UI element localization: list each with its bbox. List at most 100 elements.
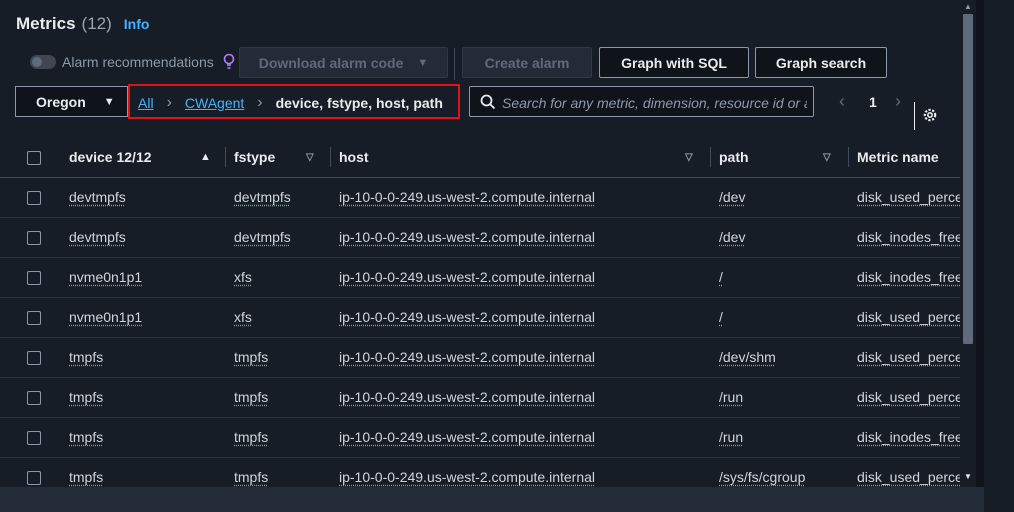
metric-name-value[interactable]: disk_used_percent bbox=[857, 389, 960, 405]
column-header-label: path bbox=[719, 148, 749, 165]
scroll-up-icon[interactable]: ▲ bbox=[964, 2, 972, 11]
device-value[interactable]: tmpfs bbox=[69, 469, 103, 485]
table-row[interactable]: tmpfs tmpfs ip-10-0-0-249.us-west-2.comput… bbox=[0, 337, 960, 378]
device-value[interactable]: devtmpfs bbox=[69, 189, 126, 205]
row-checkbox[interactable] bbox=[27, 271, 41, 286]
device-value[interactable]: nvme0n1p1 bbox=[69, 309, 142, 325]
alarm-recommendations-label: Alarm recommendations bbox=[62, 54, 214, 70]
path-value[interactable]: /dev/shm bbox=[719, 349, 776, 365]
graph-with-sql-button[interactable]: Graph with SQL bbox=[599, 47, 749, 78]
previous-page-icon[interactable]: ‹ bbox=[839, 91, 845, 112]
path-value[interactable]: /run bbox=[719, 389, 743, 405]
create-alarm-button[interactable]: Create alarm bbox=[462, 47, 592, 78]
table-row[interactable]: nvme0n1p1 xfs ip-10-0-0-249.us-west-2.comp… bbox=[0, 257, 960, 298]
metrics-panel: Metrics (12) Info Alarm recommendations … bbox=[0, 0, 960, 487]
metric-name-value[interactable]: disk_inodes_free bbox=[857, 269, 960, 285]
path-value[interactable]: /sys/fs/cgroup bbox=[719, 469, 805, 485]
right-edge-panel bbox=[984, 0, 1014, 512]
select-all-checkbox[interactable] bbox=[27, 150, 41, 165]
scroll-down-icon[interactable]: ▼ bbox=[964, 472, 972, 481]
column-header-path[interactable]: path ▽ bbox=[710, 137, 848, 178]
next-page-icon[interactable]: › bbox=[895, 91, 901, 112]
path-value[interactable]: /run bbox=[719, 429, 743, 445]
device-value[interactable]: tmpfs bbox=[69, 429, 103, 445]
region-select[interactable]: Oregon ▼ bbox=[15, 86, 128, 117]
column-header-device[interactable]: device 12/12 ▲ bbox=[60, 137, 225, 178]
row-checkbox[interactable] bbox=[27, 231, 41, 246]
filter-row: Oregon ▼ All › CWAgent › device, fstype,… bbox=[0, 84, 960, 130]
column-header-host[interactable]: host ▽ bbox=[330, 137, 710, 178]
host-cell: ip-10-0-0-249.us-west-2.compute.internal bbox=[330, 297, 710, 338]
path-cell: /sys/fs/cgroup bbox=[710, 457, 848, 487]
breadcrumb-current: device, fstype, host, path bbox=[275, 95, 443, 111]
metric-name-value[interactable]: disk_used_percent bbox=[857, 189, 960, 205]
path-value[interactable]: /dev bbox=[719, 189, 745, 205]
row-checkbox[interactable] bbox=[27, 311, 41, 326]
breadcrumb-all[interactable]: All bbox=[138, 95, 154, 111]
info-link[interactable]: Info bbox=[124, 16, 150, 32]
select-all-cell bbox=[0, 137, 60, 178]
column-header-metric-name[interactable]: Metric name bbox=[848, 137, 960, 178]
host-value[interactable]: ip-10-0-0-249.us-west-2.compute.internal bbox=[339, 269, 595, 285]
host-value[interactable]: ip-10-0-0-249.us-west-2.compute.internal bbox=[339, 469, 595, 485]
scrollbar-thumb[interactable] bbox=[963, 14, 973, 344]
host-value[interactable]: ip-10-0-0-249.us-west-2.compute.internal bbox=[339, 189, 595, 205]
metric-count: (12) bbox=[81, 14, 112, 33]
fstype-value[interactable]: xfs bbox=[234, 269, 252, 285]
row-checkbox[interactable] bbox=[27, 191, 41, 206]
metric-name-cell: disk_used_percent bbox=[848, 337, 960, 378]
download-alarm-code-label: Download alarm code bbox=[258, 54, 404, 71]
row-checkbox[interactable] bbox=[27, 391, 41, 406]
metric-name-value[interactable]: disk_used_percent bbox=[857, 349, 960, 365]
row-select-cell bbox=[0, 377, 60, 418]
path-value[interactable]: /dev bbox=[719, 229, 745, 245]
metric-name-value[interactable]: disk_used_percent bbox=[857, 309, 960, 325]
fstype-value[interactable]: tmpfs bbox=[234, 469, 268, 485]
toolbar-divider bbox=[454, 48, 455, 80]
fstype-value[interactable]: tmpfs bbox=[234, 349, 268, 365]
toolbar: Alarm recommendations Download alarm cod… bbox=[0, 47, 960, 81]
download-alarm-code-button[interactable]: Download alarm code ▼ bbox=[239, 47, 448, 78]
host-value[interactable]: ip-10-0-0-249.us-west-2.compute.internal bbox=[339, 349, 595, 365]
metric-name-cell: disk_used_percent bbox=[848, 177, 960, 218]
column-header-label: Metric name bbox=[857, 148, 939, 165]
row-select-cell bbox=[0, 177, 60, 218]
metric-name-value[interactable]: disk_used_percent bbox=[857, 469, 960, 485]
row-checkbox[interactable] bbox=[27, 431, 41, 446]
device-value[interactable]: tmpfs bbox=[69, 389, 103, 405]
search-input[interactable] bbox=[500, 87, 809, 118]
table-row[interactable]: devtmpfs devtmpfs ip-10-0-0-249.us-west-2.… bbox=[0, 217, 960, 258]
current-page[interactable]: 1 bbox=[869, 94, 877, 110]
path-value[interactable]: / bbox=[719, 309, 723, 325]
fstype-value[interactable]: xfs bbox=[234, 309, 252, 325]
vertical-scrollbar[interactable]: ▲ ▼ bbox=[960, 0, 976, 487]
host-value[interactable]: ip-10-0-0-249.us-west-2.compute.internal bbox=[339, 389, 595, 405]
table-row[interactable]: devtmpfs devtmpfs ip-10-0-0-249.us-west-2.… bbox=[0, 177, 960, 218]
host-value[interactable]: ip-10-0-0-249.us-west-2.compute.internal bbox=[339, 309, 595, 325]
path-value[interactable]: / bbox=[719, 269, 723, 285]
table-row[interactable]: nvme0n1p1 xfs ip-10-0-0-249.us-west-2.comp… bbox=[0, 297, 960, 338]
device-value[interactable]: nvme0n1p1 bbox=[69, 269, 142, 285]
device-value[interactable]: devtmpfs bbox=[69, 229, 126, 245]
table-row[interactable]: tmpfs tmpfs ip-10-0-0-249.us-west-2.comput… bbox=[0, 457, 960, 487]
fstype-value[interactable]: devtmpfs bbox=[234, 229, 291, 245]
alarm-recommendations-toggle[interactable] bbox=[30, 55, 56, 69]
row-checkbox[interactable] bbox=[27, 471, 41, 486]
breadcrumb-namespace[interactable]: CWAgent bbox=[185, 95, 244, 111]
gear-icon[interactable] bbox=[921, 106, 939, 124]
metric-name-value[interactable]: disk_inodes_free bbox=[857, 229, 960, 245]
table-row[interactable]: tmpfs tmpfs ip-10-0-0-249.us-west-2.comput… bbox=[0, 417, 960, 458]
host-value[interactable]: ip-10-0-0-249.us-west-2.compute.internal bbox=[339, 429, 595, 445]
fstype-value[interactable]: tmpfs bbox=[234, 429, 268, 445]
metric-name-value[interactable]: disk_inodes_free bbox=[857, 429, 960, 445]
column-header-fstype[interactable]: fstype ▽ bbox=[225, 137, 330, 178]
graph-search-button[interactable]: Graph search bbox=[755, 47, 887, 78]
row-checkbox[interactable] bbox=[27, 351, 41, 366]
path-cell: /run bbox=[710, 417, 848, 458]
fstype-value[interactable]: tmpfs bbox=[234, 389, 268, 405]
table-row[interactable]: tmpfs tmpfs ip-10-0-0-249.us-west-2.comput… bbox=[0, 377, 960, 418]
sort-ascending-icon: ▲ bbox=[200, 151, 211, 163]
device-value[interactable]: tmpfs bbox=[69, 349, 103, 365]
host-value[interactable]: ip-10-0-0-249.us-west-2.compute.internal bbox=[339, 229, 595, 245]
fstype-value[interactable]: devtmpfs bbox=[234, 189, 291, 205]
